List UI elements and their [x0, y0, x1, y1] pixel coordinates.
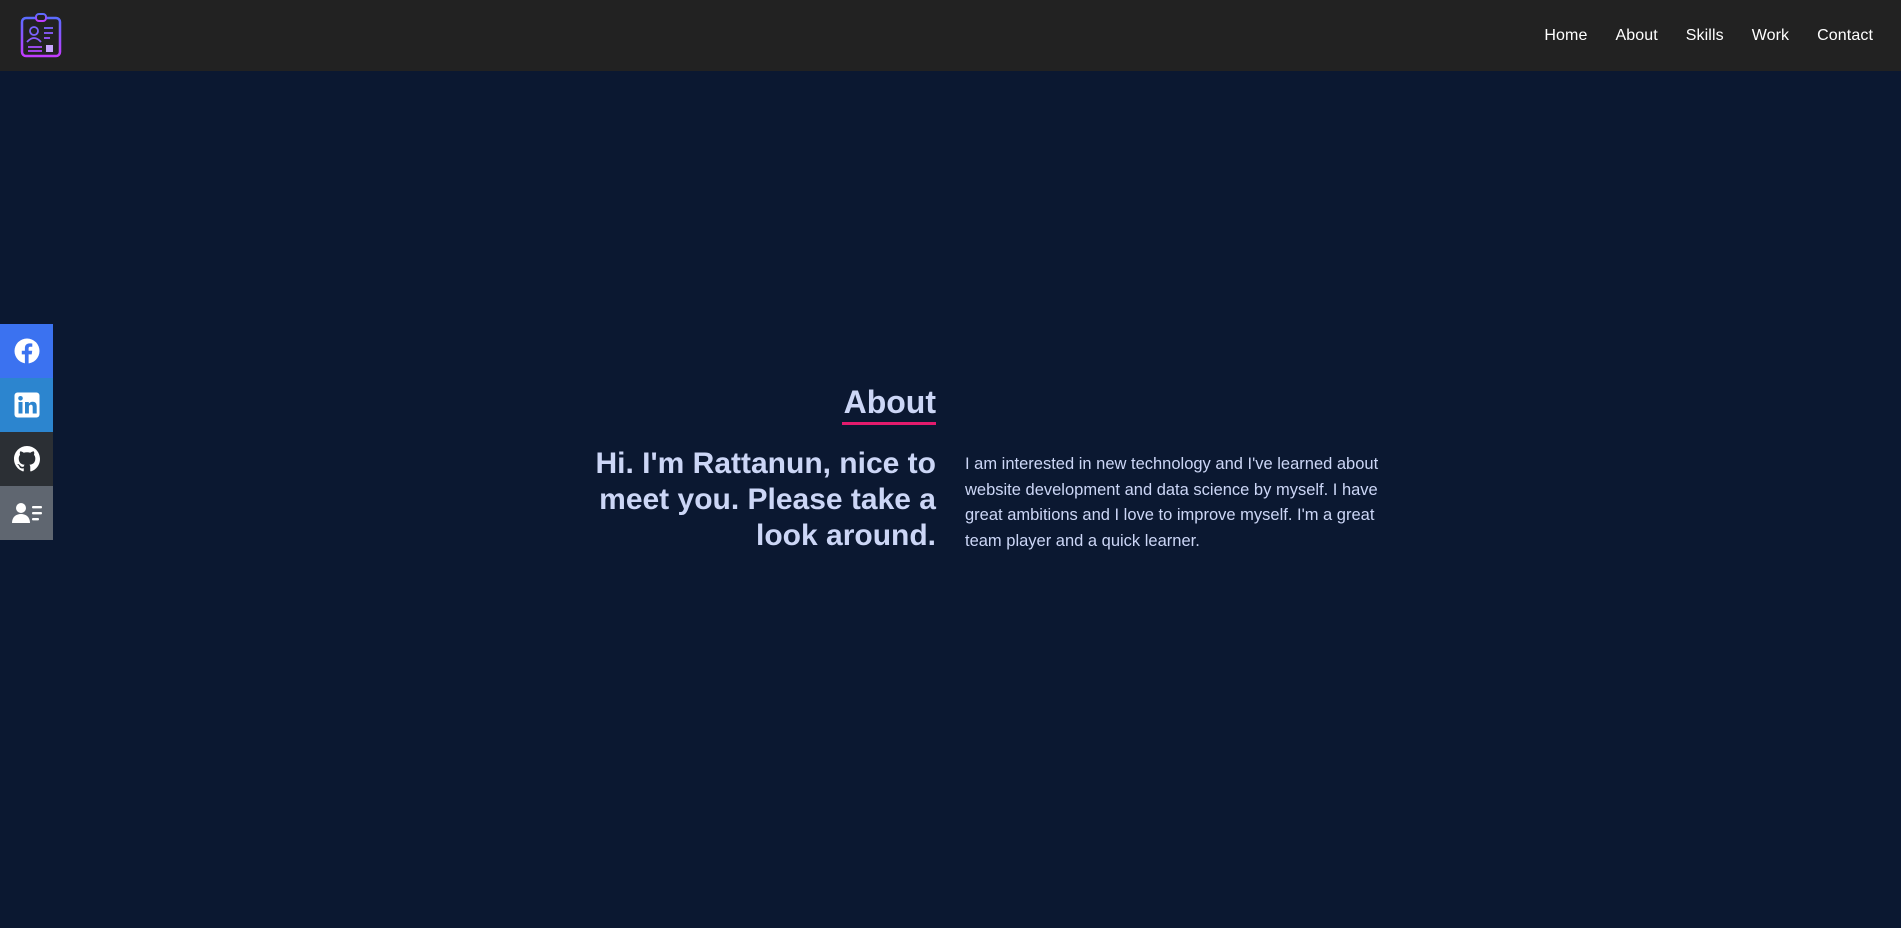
nav-links: Home About Skills Work Contact	[1544, 0, 1873, 71]
logo[interactable]	[20, 12, 62, 58]
nav-contact-link[interactable]: Contact	[1817, 27, 1873, 45]
bio-text: I am interested in new technology and I'…	[965, 455, 1379, 550]
nav-work-link[interactable]: Work	[1752, 27, 1789, 45]
intro-headline: Hi. I'm Rattanun, nice to meet you. Plea…	[595, 447, 937, 552]
navbar: Home About Skills Work Contact	[0, 0, 1901, 71]
nav-about-link[interactable]: About	[1615, 27, 1657, 45]
nav-skills-link[interactable]: Skills	[1686, 27, 1724, 45]
heading-underline	[842, 422, 936, 425]
about-heading: About	[843, 384, 936, 420]
nav-home-link[interactable]: Home	[1544, 27, 1587, 45]
about-section: About Hi. I'm Rattanun, nice to meet you…	[0, 71, 1901, 928]
id-badge-icon	[20, 13, 62, 58]
